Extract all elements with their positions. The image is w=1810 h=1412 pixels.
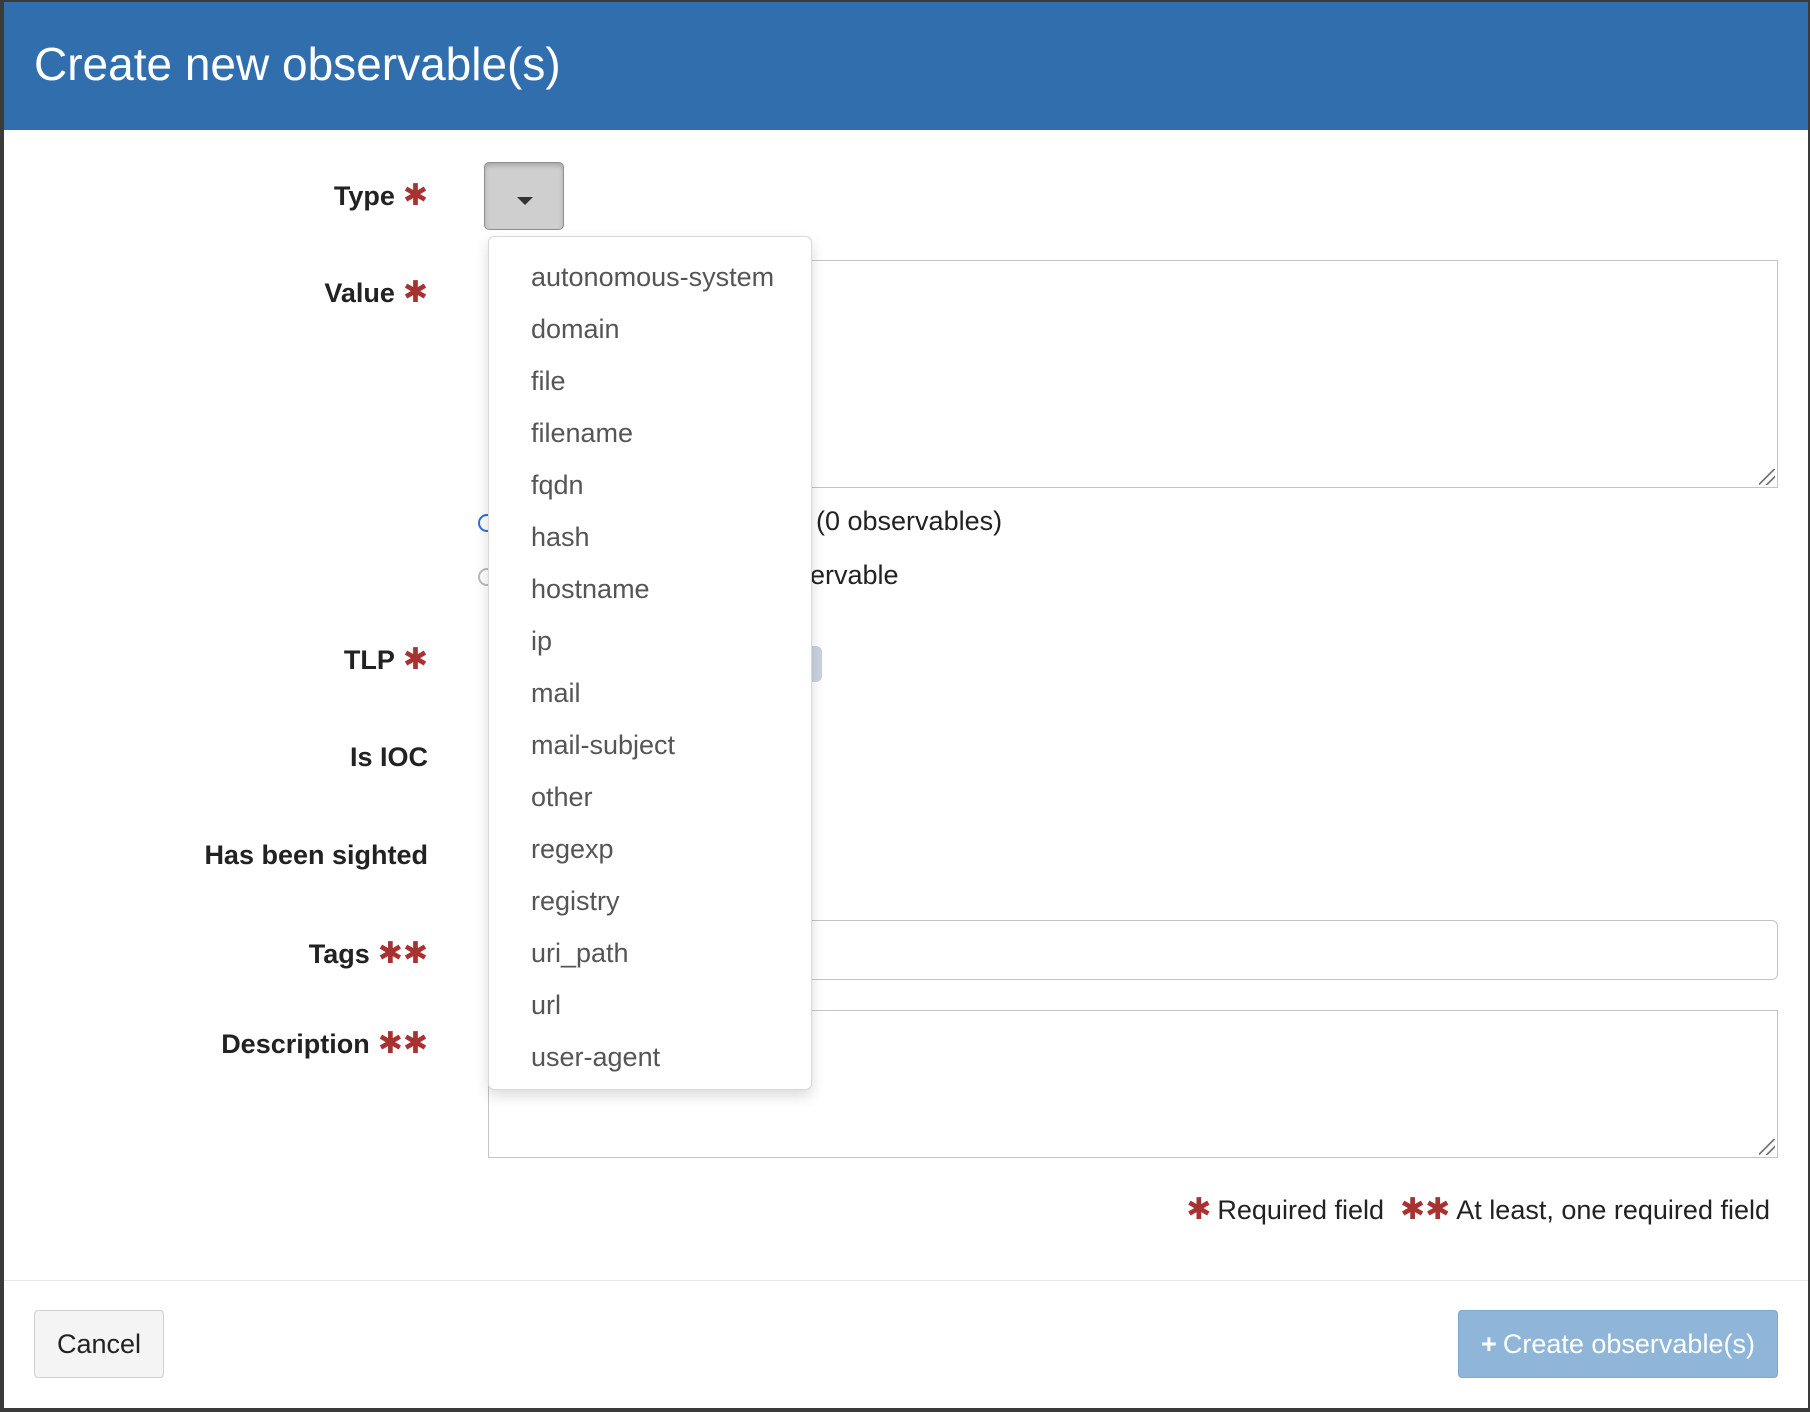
resize-handle-icon[interactable] <box>1759 469 1775 485</box>
type-option[interactable]: mail <box>489 667 811 719</box>
one-per-line-count: (0 observables) <box>816 506 1003 536</box>
required-marker: ✱ <box>402 179 428 212</box>
type-option[interactable]: mail-subject <box>489 719 811 771</box>
type-option[interactable]: other <box>489 771 811 823</box>
type-option[interactable]: domain <box>489 303 811 355</box>
required-legend: ✱ Required field ✱✱ At least, one required … <box>1186 1193 1770 1226</box>
create-observable-modal: Create new observable(s) Type ✱ Value ✱ (0… <box>4 2 1808 1408</box>
create-observables-button[interactable]: + Create observable(s) <box>1458 1310 1778 1378</box>
single-observable-label: ervable <box>810 560 899 590</box>
modal-header: Create new observable(s) <box>4 2 1808 130</box>
type-option[interactable]: user-agent <box>489 1031 811 1083</box>
tlp-label: TLP ✱ <box>343 643 428 676</box>
chevron-down-icon <box>517 197 533 205</box>
type-dropdown-menu: autonomous-system domain file filename f… <box>488 236 812 1090</box>
type-option[interactable]: filename <box>489 407 811 459</box>
double-required-marker: ✱✱ <box>377 937 428 970</box>
description-label: Description ✱✱ <box>221 1027 428 1060</box>
type-option[interactable]: hostname <box>489 563 811 615</box>
value-label: Value ✱ <box>324 276 428 309</box>
tags-input[interactable] <box>804 920 1778 980</box>
type-option[interactable]: regexp <box>489 823 811 875</box>
plus-icon: + <box>1481 1328 1497 1359</box>
type-option[interactable]: ip <box>489 615 811 667</box>
tags-label: Tags ✱✱ <box>308 937 428 970</box>
type-option[interactable]: registry <box>489 875 811 927</box>
required-marker: ✱ <box>402 276 428 309</box>
type-option[interactable]: file <box>489 355 811 407</box>
type-label: Type ✱ <box>333 179 428 212</box>
type-option[interactable]: autonomous-system <box>489 251 811 303</box>
type-select-button[interactable] <box>484 162 564 230</box>
type-option[interactable]: url <box>489 979 811 1031</box>
resize-handle-icon[interactable] <box>1759 1139 1775 1155</box>
has-been-sighted-label: Has been sighted <box>204 840 428 870</box>
type-option[interactable]: hash <box>489 511 811 563</box>
required-marker: ✱ <box>1186 1193 1212 1226</box>
type-option[interactable]: fqdn <box>489 459 811 511</box>
cancel-button[interactable]: Cancel <box>34 1310 164 1378</box>
double-required-marker: ✱✱ <box>1400 1193 1451 1226</box>
required-marker: ✱ <box>402 643 428 676</box>
modal-title: Create new observable(s) <box>34 38 561 90</box>
double-required-marker: ✱✱ <box>377 1027 428 1060</box>
type-option[interactable]: uri_path <box>489 927 811 979</box>
is-ioc-label: Is IOC <box>349 742 428 772</box>
footer-divider <box>4 1280 1808 1281</box>
